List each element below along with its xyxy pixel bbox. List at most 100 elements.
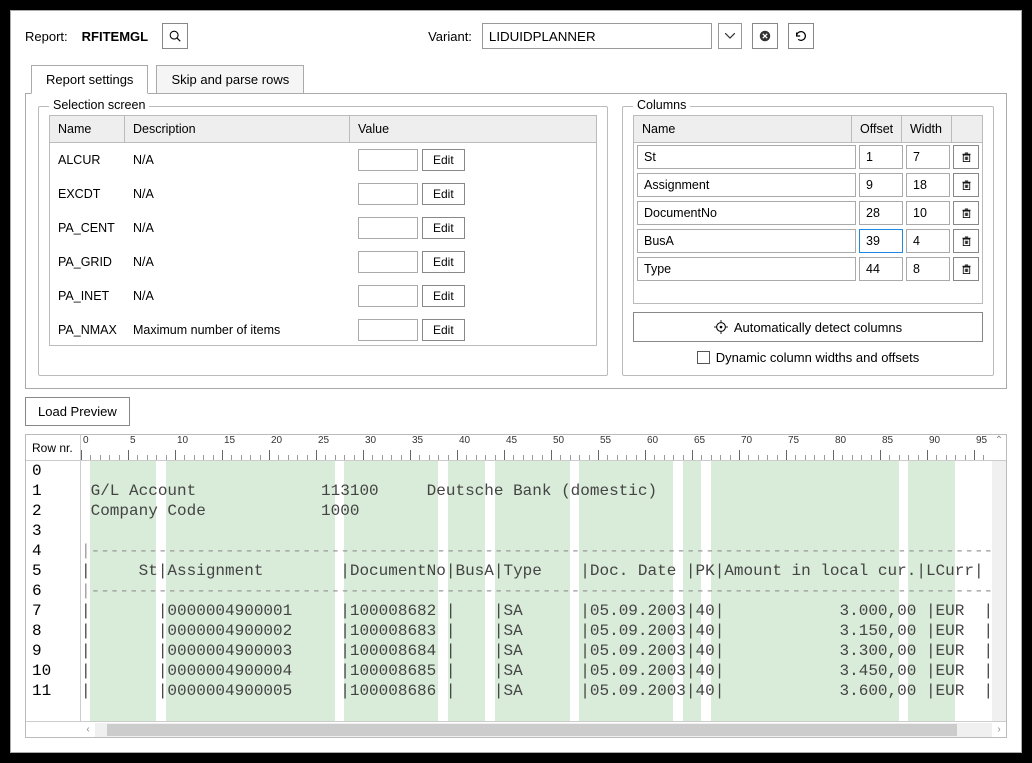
col-delete-button[interactable] — [953, 145, 979, 169]
sel-value-input[interactable] — [358, 251, 418, 273]
sel-cell-desc: N/A — [125, 149, 350, 171]
sel-edit-button[interactable]: Edit — [422, 217, 465, 239]
row-number: 9 — [26, 641, 80, 661]
search-report-button[interactable] — [162, 23, 188, 49]
row-number: 5 — [26, 561, 80, 581]
preview-panel: Row nr. 05101520253035404550556065707580… — [25, 434, 1007, 738]
sel-head-name: Name — [50, 116, 125, 142]
sel-value-input[interactable] — [358, 183, 418, 205]
preview-line: |---------------------------------------… — [81, 541, 992, 561]
vertical-scrollbar[interactable] — [992, 461, 1006, 721]
col-name-input[interactable] — [637, 229, 856, 253]
row-number: 4 — [26, 541, 80, 561]
dynamic-widths-checkbox[interactable]: Dynamic column widths and offsets — [633, 350, 983, 365]
sel-cell-name: PA_CENT — [50, 217, 125, 239]
scroll-right-arrow[interactable]: › — [992, 723, 1006, 737]
variant-dropdown-button[interactable] — [718, 23, 742, 49]
sel-edit-button[interactable]: Edit — [422, 149, 465, 171]
columns-row — [634, 255, 982, 283]
preview-text-area[interactable]: G/L Account 113100 Deutsche Bank (domest… — [81, 461, 992, 721]
report-label: Report: — [25, 29, 68, 44]
row-number: 7 — [26, 601, 80, 621]
trash-icon — [960, 179, 973, 192]
dynamic-widths-label: Dynamic column widths and offsets — [716, 350, 920, 365]
variant-label: Variant: — [428, 29, 472, 44]
columns-table: Name Offset Width — [633, 115, 983, 304]
sel-cell-name: PA_NMAX — [50, 319, 125, 341]
preview-line: | |0000004900003 |100008684 | |SA |05.09… — [81, 641, 992, 661]
sel-cell-desc: Maximum number of items — [125, 319, 350, 341]
col-width-input[interactable] — [906, 229, 950, 253]
sel-cell-desc: N/A — [125, 183, 350, 205]
preview-line: | |0000004900004 |100008685 | |SA |05.09… — [81, 661, 992, 681]
ruler-row: Row nr. 05101520253035404550556065707580… — [26, 435, 1006, 461]
row-number-column: 01234567891011 — [26, 461, 81, 721]
clear-variant-button[interactable] — [752, 23, 778, 49]
sel-value-input[interactable] — [358, 285, 418, 307]
sel-edit-button[interactable]: Edit — [422, 251, 465, 273]
app-window: Report: RFITEMGL Variant: Report setting… — [10, 10, 1022, 753]
preview-line: | |0000004900001 |100008682 | |SA |05.09… — [81, 601, 992, 621]
tab-container: Report settings Skip and parse rows Sele… — [25, 65, 1007, 389]
selection-table: Name Description Value ALCURN/AEditEXCDT… — [49, 115, 597, 346]
sel-value-input[interactable] — [358, 319, 418, 341]
col-width-input[interactable] — [906, 173, 950, 197]
col-delete-button[interactable] — [953, 257, 979, 281]
col-name-input[interactable] — [637, 173, 856, 197]
selection-table-body[interactable]: ALCURN/AEditEXCDTN/AEditPA_CENTN/AEditPA… — [50, 143, 596, 345]
trash-icon — [960, 235, 973, 248]
target-icon — [714, 320, 728, 334]
sel-value-input[interactable] — [358, 149, 418, 171]
col-name-input[interactable] — [637, 145, 856, 169]
col-offset-input[interactable] — [859, 257, 903, 281]
col-head-width: Width — [902, 116, 952, 142]
tab-skip-parse[interactable]: Skip and parse rows — [156, 65, 304, 94]
row-number: 2 — [26, 501, 80, 521]
tab-report-settings[interactable]: Report settings — [31, 65, 148, 94]
col-offset-input[interactable] — [859, 201, 903, 225]
trash-icon — [960, 263, 973, 276]
columns-row — [634, 227, 982, 255]
col-delete-button[interactable] — [953, 173, 979, 197]
col-offset-input[interactable] — [859, 229, 903, 253]
preview-line: | |0000004900002 |100008683 | |SA |05.09… — [81, 621, 992, 641]
preview-line — [81, 461, 992, 481]
columns-table-body[interactable] — [634, 143, 982, 303]
col-delete-button[interactable] — [953, 229, 979, 253]
auto-detect-columns-button[interactable]: Automatically detect columns — [633, 312, 983, 342]
col-width-input[interactable] — [906, 201, 950, 225]
refresh-variant-button[interactable] — [788, 23, 814, 49]
col-delete-button[interactable] — [953, 201, 979, 225]
sel-edit-button[interactable]: Edit — [422, 319, 465, 341]
row-number: 0 — [26, 461, 80, 481]
selection-screen-group: Selection screen Name Description Value … — [38, 106, 608, 376]
col-offset-input[interactable] — [859, 173, 903, 197]
trash-icon — [960, 207, 973, 220]
scroll-left-arrow[interactable]: ‹ — [81, 723, 95, 737]
col-name-input[interactable] — [637, 257, 856, 281]
variant-input[interactable] — [482, 23, 712, 49]
sel-edit-button[interactable]: Edit — [422, 285, 465, 307]
sel-cell-name: EXCDT — [50, 183, 125, 205]
col-name-input[interactable] — [637, 201, 856, 225]
selection-row: EXCDTN/A Edit — [50, 177, 596, 211]
sel-cell-desc: N/A — [125, 285, 350, 307]
col-width-input[interactable] — [906, 257, 950, 281]
scroll-up-arrow[interactable]: ⌃ — [992, 435, 1006, 460]
load-preview-button[interactable]: Load Preview — [25, 397, 130, 426]
columns-table-header: Name Offset Width — [634, 116, 982, 143]
columns-row — [634, 143, 982, 171]
row-number: 6 — [26, 581, 80, 601]
preview-line: |---------------------------------------… — [81, 581, 992, 601]
col-width-input[interactable] — [906, 145, 950, 169]
sel-edit-button[interactable]: Edit — [422, 183, 465, 205]
sel-value-input[interactable] — [358, 217, 418, 239]
col-offset-input[interactable] — [859, 145, 903, 169]
preview-body: 01234567891011 G/L Account 113100 Deutsc… — [26, 461, 1006, 721]
selection-row: PA_CENTN/AEdit — [50, 211, 596, 245]
sel-head-desc: Description — [125, 116, 350, 142]
columns-row — [634, 199, 982, 227]
sel-cell-name: PA_GRID — [50, 251, 125, 273]
row-number: 11 — [26, 681, 80, 701]
horizontal-scrollbar[interactable]: ‹ › — [26, 721, 1006, 737]
